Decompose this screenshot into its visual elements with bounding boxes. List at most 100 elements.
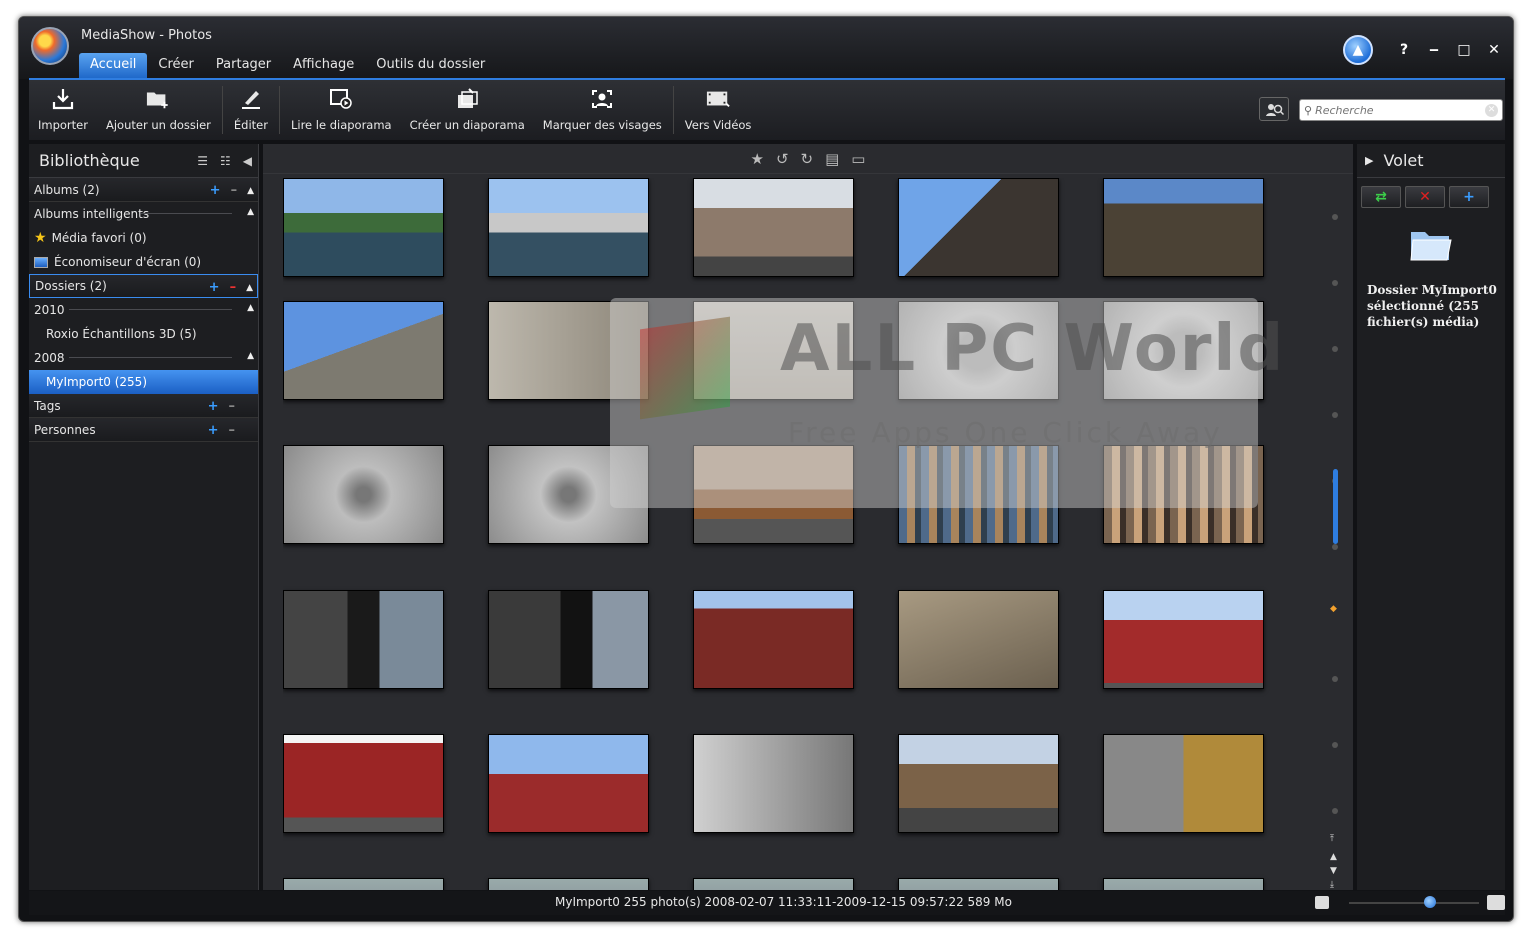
remove-folder-icon[interactable]: – xyxy=(230,280,237,295)
zoom-slider-knob[interactable] xyxy=(1423,896,1436,908)
photo-thumbnail[interactable] xyxy=(693,734,854,833)
add-tag-icon[interactable]: + xyxy=(208,399,219,414)
add-person-icon[interactable]: + xyxy=(208,423,219,438)
photo-grid-area: ★ ↺ ↻ ▤ ▭ ◆ ⤒ ▲ ▼ ⤓ xyxy=(263,144,1353,890)
year-2008-group[interactable]: 2008 ▲ xyxy=(29,346,258,370)
app-logo-icon[interactable] xyxy=(31,27,69,65)
tag-media-icon[interactable]: ▤ xyxy=(825,150,839,168)
photo-thumbnail[interactable] xyxy=(283,734,444,833)
create-slideshow-button[interactable]: Créer un diaporama xyxy=(401,80,534,140)
photo-thumbnail[interactable] xyxy=(898,178,1059,277)
zoom-slider-track[interactable] xyxy=(1349,902,1479,904)
photo-thumbnail[interactable] xyxy=(488,590,649,689)
close-button[interactable]: ✕ xyxy=(1485,42,1503,58)
collapse-triangle-icon[interactable]: ▲ xyxy=(247,303,254,313)
tab-affichage[interactable]: Affichage xyxy=(282,53,365,79)
year-2010-group[interactable]: 2010 ▲ xyxy=(29,298,258,322)
favorites-label: Média favori (0) xyxy=(51,231,147,245)
collapse-triangle-icon[interactable]: ▲ xyxy=(246,283,253,293)
maximize-button[interactable]: □ xyxy=(1455,42,1473,58)
photo-thumbnail[interactable] xyxy=(283,590,444,689)
tab-accueil[interactable]: Accueil xyxy=(79,53,148,79)
photo-thumbnail[interactable] xyxy=(283,178,444,277)
watermark-logo xyxy=(640,316,730,420)
photo-thumbnail[interactable] xyxy=(488,178,649,277)
collapse-triangle-icon[interactable]: ▲ xyxy=(247,186,254,196)
face-search-button[interactable] xyxy=(1259,97,1289,121)
to-videos-button[interactable]: Vers Vidéos xyxy=(676,80,761,140)
import-button[interactable]: Importer xyxy=(29,80,97,140)
scroll-down-icon[interactable]: ▼ xyxy=(1330,866,1337,876)
search-input[interactable] xyxy=(1315,103,1476,117)
people-category[interactable]: Personnes + – xyxy=(29,418,258,442)
smart-albums-category[interactable]: Albums intelligents ▲ xyxy=(29,202,258,226)
divider xyxy=(69,309,232,310)
photo-thumbnail[interactable] xyxy=(693,178,854,277)
timeline-scrollbar[interactable]: ◆ ⤒ ▲ ▼ ⤓ xyxy=(1325,184,1345,890)
screensaver-item[interactable]: Économiseur d'écran (0) xyxy=(29,250,258,274)
thumbnail-grid xyxy=(283,178,1283,890)
scroll-thumb[interactable] xyxy=(1333,469,1338,544)
photo-thumbnail[interactable] xyxy=(1103,878,1264,890)
search-icon: ⚲ xyxy=(1304,103,1313,117)
photo-thumbnail[interactable] xyxy=(488,878,649,890)
favorites-item[interactable]: ★ Média favori (0) xyxy=(29,226,258,250)
star-rating-icon[interactable]: ★ xyxy=(751,150,764,168)
albums-category[interactable]: Albums (2) + – ▲ xyxy=(29,178,258,202)
collapse-triangle-icon[interactable]: ▲ xyxy=(247,351,254,361)
photo-thumbnail[interactable] xyxy=(283,301,444,400)
folder-myimport0[interactable]: MyImport0 (255) xyxy=(29,370,258,394)
tab-partager[interactable]: Partager xyxy=(205,53,282,79)
side-panel: ▶ Volet ⇄ ✕ + Dossier MyImport0 sélectio… xyxy=(1357,144,1505,890)
clear-search-icon[interactable]: ✕ xyxy=(1485,104,1498,117)
bookmark-flag-icon[interactable]: ◆ xyxy=(1330,604,1337,614)
tags-category[interactable]: Tags + – xyxy=(29,394,258,418)
small-thumbnails-icon[interactable] xyxy=(1315,896,1329,909)
tab-creer[interactable]: Créer xyxy=(147,53,204,79)
photo-thumbnail[interactable] xyxy=(693,878,854,890)
expand-panel-icon[interactable]: ▶ xyxy=(1365,154,1373,167)
update-arrow-icon[interactable]: ▲ xyxy=(1343,35,1373,65)
remove-album-icon[interactable]: – xyxy=(231,183,238,198)
photo-thumbnail[interactable] xyxy=(898,590,1059,689)
photo-thumbnail[interactable] xyxy=(898,734,1059,833)
scroll-top-icon[interactable]: ⤒ xyxy=(1330,834,1334,844)
sync-button[interactable]: ⇄ xyxy=(1361,186,1401,208)
minimize-button[interactable]: ‒ xyxy=(1425,42,1443,58)
tab-outils-dossier[interactable]: Outils du dossier xyxy=(365,53,496,79)
large-thumbnails-icon[interactable] xyxy=(1487,895,1505,910)
rotate-right-icon[interactable]: ↻ xyxy=(801,150,814,168)
photo-thumbnail[interactable] xyxy=(1103,734,1264,833)
delete-button[interactable]: ✕ xyxy=(1405,186,1445,208)
rotate-left-icon[interactable]: ↺ xyxy=(776,150,789,168)
photo-thumbnail[interactable] xyxy=(898,878,1059,890)
list-view-icon[interactable]: ☰ xyxy=(197,154,208,168)
folders-category[interactable]: Dossiers (2) + – ▲ xyxy=(29,274,258,298)
folder-roxio[interactable]: Roxio Échantillons 3D (5) xyxy=(29,322,258,346)
photo-thumbnail[interactable] xyxy=(1103,590,1264,689)
collapse-triangle-icon[interactable]: ▲ xyxy=(247,207,254,217)
add-button[interactable]: + xyxy=(1449,186,1489,208)
scroll-marker xyxy=(1332,346,1338,352)
sort-list-icon[interactable]: ☷ xyxy=(220,154,231,168)
edit-button[interactable]: Éditer xyxy=(225,80,277,140)
remove-tag-icon[interactable]: – xyxy=(229,399,236,414)
ribbon-separator xyxy=(672,86,674,134)
add-folder-small-icon[interactable]: + xyxy=(209,280,220,295)
menu-bar: Accueil Créer Partager Affichage Outils … xyxy=(79,53,496,79)
help-button[interactable]: ? xyxy=(1395,42,1413,58)
remove-person-icon[interactable]: – xyxy=(229,423,236,438)
play-slideshow-button[interactable]: Lire le diaporama xyxy=(282,80,401,140)
photo-thumbnail[interactable] xyxy=(283,445,444,544)
photo-thumbnail[interactable] xyxy=(283,878,444,890)
photo-thumbnail[interactable] xyxy=(488,734,649,833)
add-album-icon[interactable]: + xyxy=(210,183,221,198)
collapse-panel-icon[interactable]: ◀ xyxy=(243,154,252,168)
scroll-up-icon[interactable]: ▲ xyxy=(1330,852,1337,862)
scroll-bottom-icon[interactable]: ⤓ xyxy=(1330,880,1334,890)
photo-thumbnail[interactable] xyxy=(1103,178,1264,277)
face-tag-button[interactable]: Marquer des visages xyxy=(534,80,671,140)
add-folder-button[interactable]: Ajouter un dossier xyxy=(97,80,220,140)
move-folder-icon[interactable]: ▭ xyxy=(851,150,865,168)
photo-thumbnail[interactable] xyxy=(693,590,854,689)
